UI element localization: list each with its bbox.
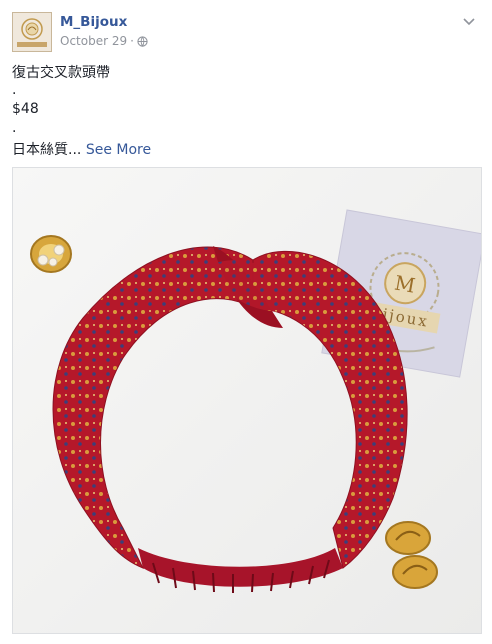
post-text-line: 復古交叉款頭帶 [12,65,110,81]
page-avatar[interactable] [12,12,52,52]
post-photo[interactable]: M Bijoux [12,167,482,634]
post-text-last: 日本絲質... See More [12,139,151,159]
page-name-link[interactable]: M_Bijoux [60,14,127,30]
product-photo: M Bijoux [13,168,481,633]
card-initial: M [393,271,417,298]
post-text-line: . [12,82,17,98]
brand-logo-icon [13,13,51,51]
post-text-line: $48 [12,101,39,117]
globe-icon[interactable] [137,35,148,47]
facebook-post: M_Bijoux October 29 · 復古交叉款頭帶 . $48 . 日本… [0,0,492,644]
see-more-link[interactable]: See More [86,142,151,158]
post-date[interactable]: October 29 [60,34,127,48]
post-text-truncated: 日本絲質... [12,142,82,158]
post-meta: October 29 · [60,34,148,48]
meta-separator: · [130,34,134,48]
left-earring [30,235,72,273]
chevron-down-icon[interactable] [462,14,476,28]
post-text-line: . [12,120,17,136]
